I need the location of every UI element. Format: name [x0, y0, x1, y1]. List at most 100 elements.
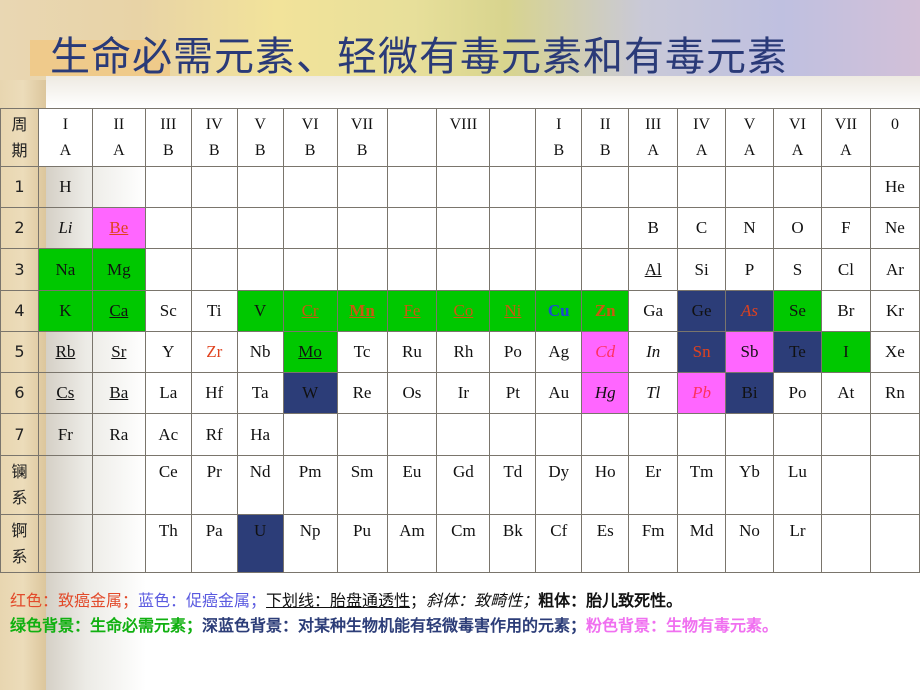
empty-cell	[282, 207, 338, 249]
period-row: 2 Li Be B C N O F Ne	[0, 207, 920, 249]
period-label-char: 系	[11, 546, 28, 566]
empty-cell	[489, 248, 537, 291]
element-cell: F	[820, 207, 871, 249]
group-number: III	[160, 116, 177, 133]
element-symbol: Er	[645, 462, 662, 481]
empty-cell	[144, 207, 192, 249]
group-header: VI A	[773, 108, 822, 167]
period-row: 镧系 Ce Pr Nd Pm Sm Eu Gd Td Dy Ho Er Tm Yb Lu	[0, 455, 920, 515]
empty-cell	[190, 248, 238, 291]
element-cell: Er	[628, 455, 679, 515]
group-header: II A	[91, 108, 146, 167]
period-header: 周期	[0, 108, 39, 167]
element-cell: Ag	[535, 331, 583, 373]
empty-cell	[725, 166, 774, 208]
legend-underline-text: 下划线：胎盘通透性	[266, 591, 411, 610]
element-cell: Rh	[436, 331, 491, 373]
legend-line-2: 绿色背景：生命必需元素；深蓝色背景：对某种生物机能有轻微毒害作用的元素；粉色背景…	[10, 613, 910, 638]
empty-cell	[773, 413, 822, 456]
element-symbol: H	[59, 177, 72, 196]
element-symbol: Cu	[547, 301, 570, 320]
period-row: 4 K Ca Sc Ti V Cr Mn Fe Co Ni Cu Zn Ga Ge As Se Br Kr	[0, 290, 920, 332]
element-symbol: K	[59, 301, 72, 320]
element-symbol: Ti	[206, 301, 222, 320]
group-number: VI	[789, 116, 806, 133]
legend-italic-text: 斜体：致畸性；	[426, 591, 539, 610]
period-label-char: 系	[11, 488, 28, 507]
element-symbol: Dy	[548, 462, 570, 481]
group-header	[386, 108, 438, 167]
element-symbol: La	[159, 383, 178, 402]
element-symbol: Sm	[350, 462, 374, 481]
element-symbol: Xe	[885, 342, 905, 361]
element-cell: Sc	[144, 290, 192, 332]
element-symbol: Po	[788, 383, 807, 402]
element-symbol: Os	[402, 383, 422, 402]
element-symbol: Ar	[885, 259, 904, 279]
period-row: 1 H He	[0, 166, 920, 208]
element-cell: S	[773, 248, 822, 291]
element-symbol: Ge	[691, 301, 712, 320]
element-cell: C	[677, 207, 727, 249]
element-cell: Gd	[436, 455, 491, 515]
element-symbol: Sb	[740, 342, 759, 361]
group-header: VI B	[282, 108, 338, 167]
group-subtype: A	[113, 142, 125, 159]
element-symbol: Ra	[109, 424, 129, 444]
empty-cell	[386, 207, 438, 249]
group-subtype: A	[695, 142, 708, 159]
element-symbol: Pa	[205, 521, 223, 540]
element-cell: Cu	[535, 290, 583, 332]
element-symbol: Ba	[109, 383, 129, 402]
element-cell: Co	[436, 290, 491, 332]
group-number: VIII	[449, 116, 478, 133]
element-cell: Ho	[581, 455, 630, 515]
element-cell: Ce	[144, 455, 192, 515]
element-cell: Al	[628, 248, 679, 291]
element-cell: H	[37, 166, 93, 208]
group-number: 0	[890, 116, 899, 133]
empty-cell	[190, 207, 238, 249]
element-symbol: At	[837, 383, 855, 402]
element-symbol: Gd	[453, 462, 474, 481]
empty-cell	[628, 413, 679, 456]
element-symbol: Tc	[353, 342, 371, 361]
empty-cell	[386, 248, 438, 291]
group-subtype: B	[254, 142, 266, 159]
empty-cell	[37, 514, 93, 573]
legend-line-1: 红色：致癌金属；蓝色：促癌金属；下划线：胎盘通透性；斜体：致畸性；粗体：胎儿致死…	[10, 588, 910, 613]
empty-cell	[677, 166, 727, 208]
element-symbol: Fe	[403, 301, 421, 320]
group-number: II	[599, 116, 611, 133]
element-cell: Bi	[725, 372, 774, 414]
element-cell: Rn	[869, 372, 920, 414]
element-symbol: Ta	[251, 383, 269, 402]
element-symbol: Cm	[451, 521, 476, 540]
element-symbol: Mn	[349, 301, 375, 320]
period-row: 5 Rb Sr Y Zr Nb Mo Tc Ru Rh Po Ag Cd In Sn Sb Te I Xe	[0, 331, 920, 373]
element-symbol: Bk	[502, 521, 523, 540]
empty-cell	[535, 166, 583, 208]
period-label-char: 镧	[11, 462, 28, 481]
element-cell: Ne	[869, 207, 920, 249]
element-cell: P	[725, 248, 774, 291]
element-symbol: Rn	[885, 383, 905, 402]
empty-cell	[282, 413, 338, 456]
element-cell: K	[37, 290, 93, 332]
element-cell: Cr	[282, 290, 338, 332]
element-symbol: Rf	[205, 424, 223, 444]
element-cell: Se	[773, 290, 822, 332]
group-header: IV A	[677, 108, 727, 167]
element-symbol: Yb	[739, 462, 760, 481]
element-cell: Es	[581, 514, 630, 573]
element-cell: Cm	[436, 514, 491, 573]
element-symbol: Cs	[56, 383, 75, 402]
element-symbol: Hf	[205, 383, 224, 402]
element-cell: Tm	[677, 455, 727, 515]
element-cell: N	[725, 207, 774, 249]
element-cell: Bk	[489, 514, 537, 573]
element-cell: Na	[37, 248, 93, 291]
element-cell: Pr	[190, 455, 238, 515]
element-symbol: Es	[596, 521, 614, 540]
element-symbol: Ir	[457, 383, 470, 402]
